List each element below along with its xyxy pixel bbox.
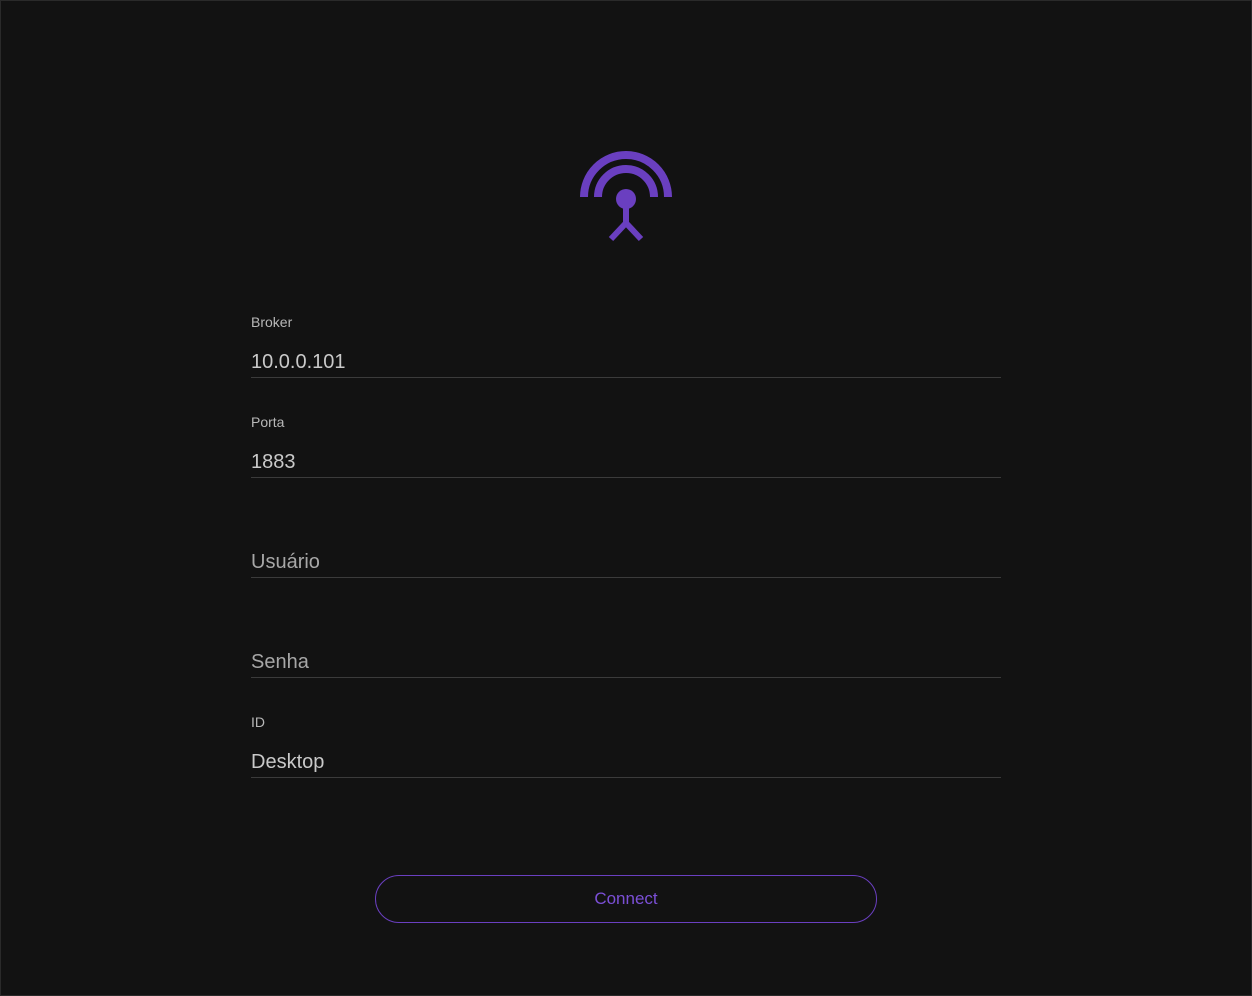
broker-field: Broker (251, 314, 1001, 378)
password-input[interactable] (251, 646, 1001, 678)
user-field (251, 514, 1001, 578)
password-field (251, 614, 1001, 678)
port-input[interactable] (251, 446, 1001, 478)
broker-input[interactable] (251, 346, 1001, 378)
client-id-field: ID (251, 714, 1001, 778)
broadcast-antenna-icon (580, 151, 672, 242)
client-id-input[interactable] (251, 746, 1001, 778)
app-window: Broker Porta ID Connect (0, 0, 1252, 996)
broker-label: Broker (251, 314, 293, 330)
connect-button[interactable]: Connect (375, 875, 877, 923)
port-label: Porta (251, 414, 285, 430)
user-input[interactable] (251, 546, 1001, 578)
client-id-label: ID (251, 714, 265, 730)
port-field: Porta (251, 414, 1001, 478)
